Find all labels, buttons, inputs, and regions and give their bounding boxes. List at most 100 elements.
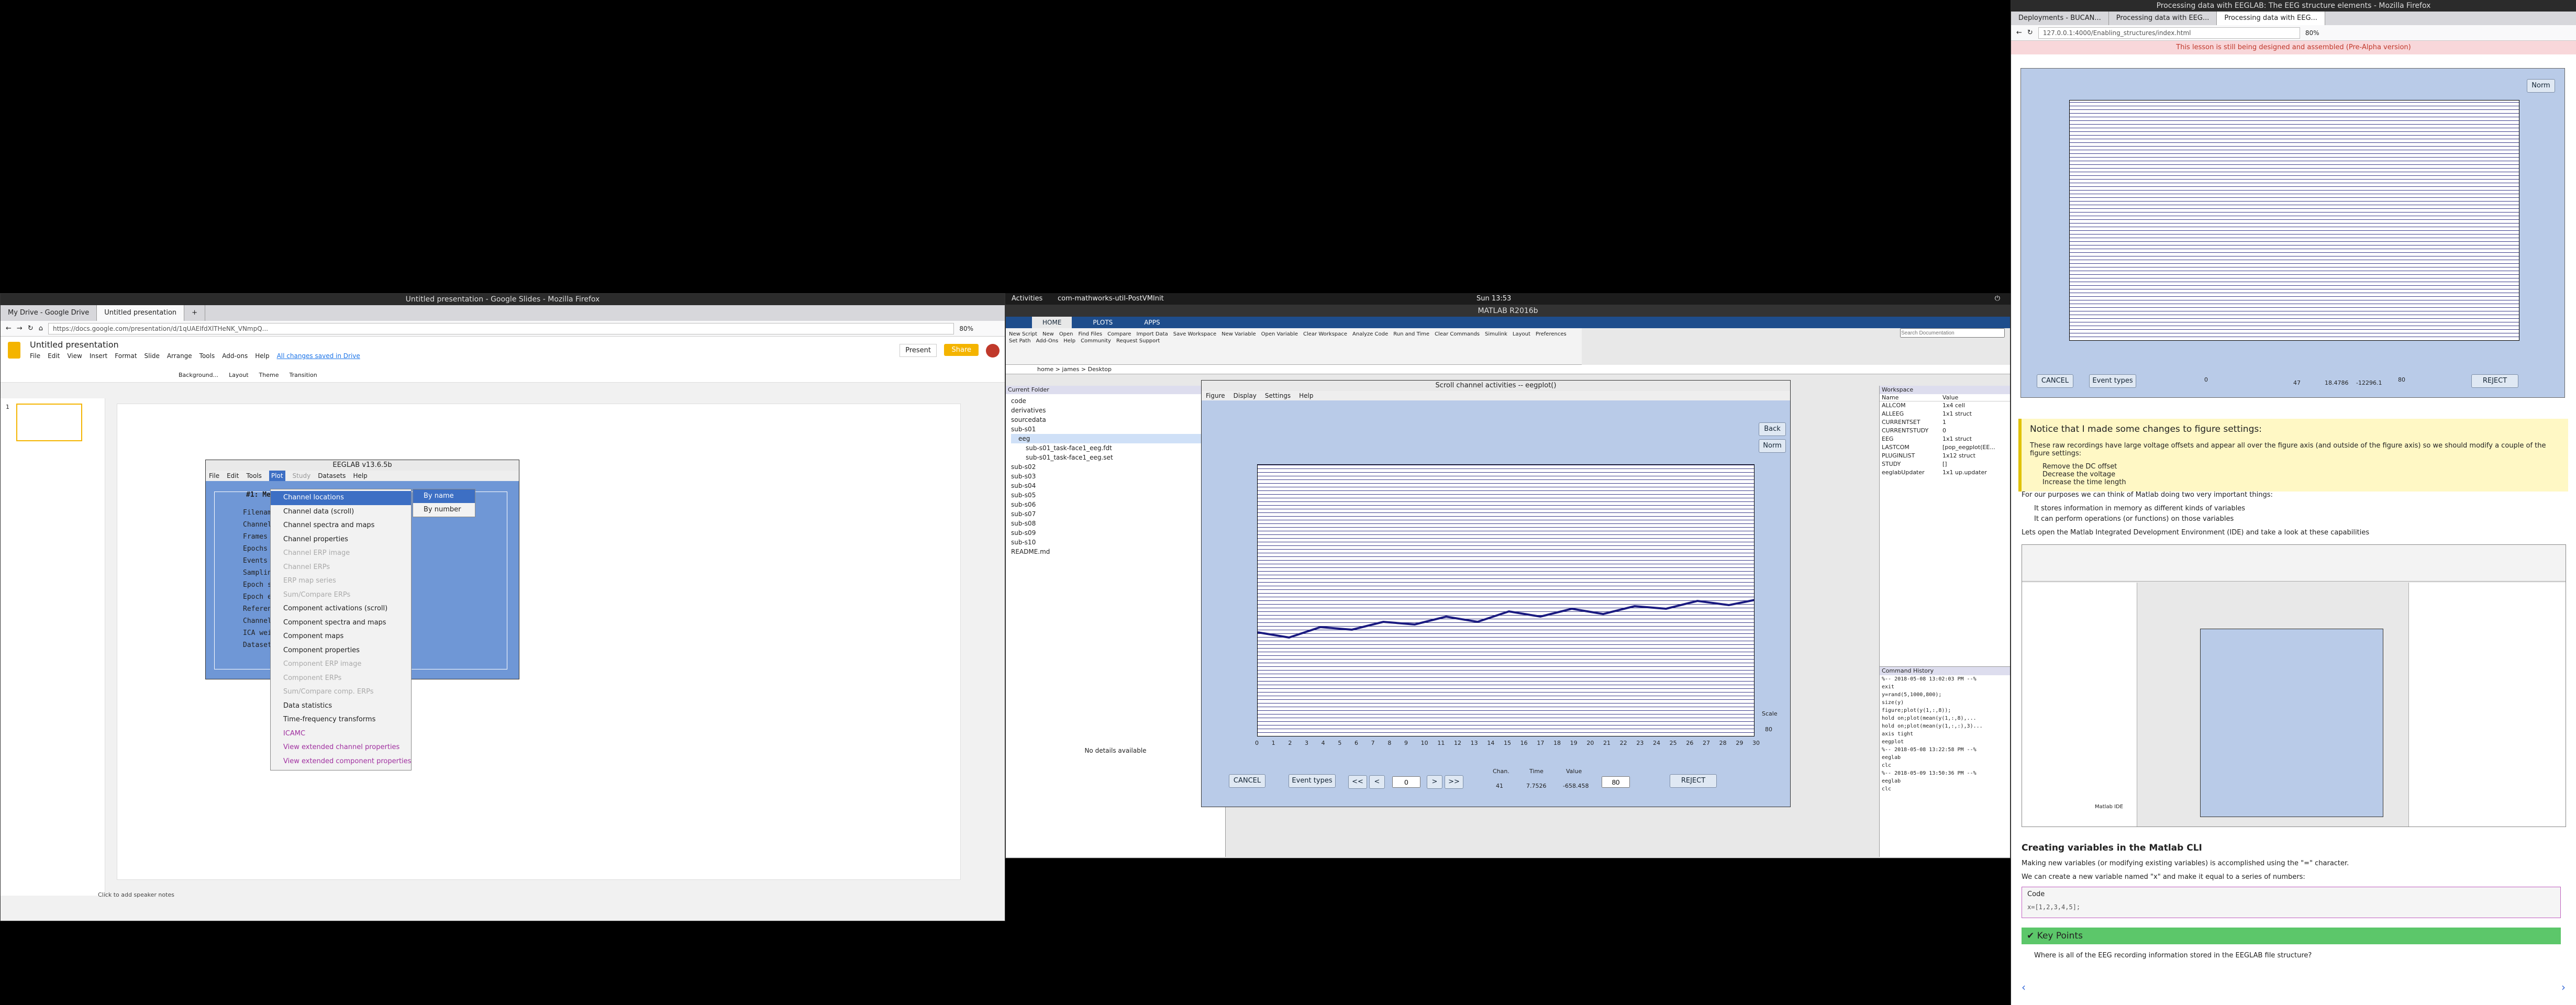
menu-time-frequency[interactable]: Time-frequency transforms — [271, 713, 411, 727]
file-sub-s05[interactable]: sub-s05 — [1011, 490, 1220, 500]
doc-search-input[interactable] — [1900, 328, 2005, 338]
ts-support[interactable]: Request Support — [1116, 338, 1160, 344]
eeglab-menu-plot[interactable]: Plot — [269, 471, 285, 481]
ts-help[interactable]: Help — [1063, 338, 1075, 344]
menu-channel-data-scroll[interactable]: Channel data (scroll) — [271, 505, 411, 519]
ts-clear-cmd[interactable]: Clear Commands — [1435, 331, 1480, 337]
eeglab-menu-datasets[interactable]: Datasets — [318, 471, 346, 481]
eeg-plot-area[interactable] — [1257, 464, 1755, 736]
url-bar[interactable]: https://docs.google.com/presentation/d/1… — [48, 322, 954, 334]
eeglab-menu-study[interactable]: Study — [293, 471, 311, 481]
history-line[interactable]: hold on;plot(mean(y(1,:,8),... — [1882, 714, 2010, 722]
history-line[interactable]: clc — [1882, 762, 2010, 769]
reload-icon[interactable]: ↻ — [28, 325, 34, 332]
path-bar[interactable]: home > james > Desktop — [1006, 365, 2010, 374]
toolbar-layout[interactable]: Layout — [229, 372, 248, 378]
slides-logo-icon[interactable] — [8, 342, 20, 359]
ws-row[interactable]: CURRENTSTUDY 0 — [1880, 427, 2010, 435]
ts-open[interactable]: Open — [1059, 331, 1073, 337]
ts-run-time[interactable]: Run and Time — [1393, 331, 1429, 337]
home-icon[interactable]: ⌂ — [39, 325, 43, 332]
ts-simulink[interactable]: Simulink — [1485, 331, 1507, 337]
menu-component-maps[interactable]: Component maps — [271, 630, 411, 644]
menu-channel-erps[interactable]: Channel ERPs — [271, 561, 411, 575]
menu-display[interactable]: Display — [1234, 391, 1257, 400]
event-types-button[interactable]: Event types — [1289, 774, 1336, 788]
history-line[interactable]: hold on;plot(mean(y(1,:,:),3)... — [1882, 722, 2010, 730]
file-sub-s06[interactable]: sub-s06 — [1011, 500, 1220, 509]
ts-set-path[interactable]: Set Path — [1009, 338, 1031, 344]
eeglab-menu-file[interactable]: File — [209, 471, 219, 481]
back-icon[interactable]: ← — [2016, 29, 2022, 37]
ws-row[interactable]: LASTCOM [pop_eegplot(EE... — [1880, 443, 2010, 452]
menu-data-statistics[interactable]: Data statistics — [271, 699, 411, 713]
next-page-icon[interactable]: › — [2561, 981, 2566, 993]
menu-settings[interactable]: Settings — [1265, 391, 1291, 400]
file-sub-s08[interactable]: sub-s08 — [1011, 519, 1220, 528]
history-line[interactable]: eeglab — [1882, 777, 2010, 785]
ws-row[interactable]: EEG 1x1 struct — [1880, 435, 2010, 443]
forward-icon[interactable]: → — [17, 325, 23, 332]
file-fdt[interactable]: sub-s01_task-face1_eeg.fdt — [1011, 443, 1220, 453]
menu-component-erp-image[interactable]: Component ERP image — [271, 657, 411, 672]
file-sub-s04[interactable]: sub-s04 — [1011, 481, 1220, 490]
doc-title[interactable]: Untitled presentation — [30, 340, 119, 350]
code-text[interactable]: x=[1,2,3,4,5]; — [2027, 903, 2555, 911]
ws-row[interactable]: ALLEEG 1x1 struct — [1880, 410, 2010, 418]
back-button[interactable]: Back — [1759, 422, 1786, 436]
file-sub-s03[interactable]: sub-s03 — [1011, 472, 1220, 481]
eeglab-menu-edit[interactable]: Edit — [227, 471, 239, 481]
menu-arrange[interactable]: Arrange — [167, 352, 192, 360]
ts-save-ws[interactable]: Save Workspace — [1173, 331, 1216, 337]
new-tab-button[interactable]: + — [184, 305, 206, 321]
history-line[interactable]: eeglab — [1882, 754, 2010, 762]
ts-layout[interactable]: Layout — [1513, 331, 1530, 337]
scroll-left-button[interactable]: < — [1369, 775, 1385, 789]
menu-channel-spectra[interactable]: Channel spectra and maps — [271, 519, 411, 533]
prev-page-icon[interactable]: ‹ — [2022, 981, 2026, 993]
tab-processing-2[interactable]: Processing data with EEG... — [2217, 12, 2325, 25]
ts-community[interactable]: Community — [1081, 338, 1111, 344]
menu-channel-properties[interactable]: Channel properties — [271, 533, 411, 547]
scale-input[interactable] — [1602, 776, 1630, 788]
menu-view[interactable]: View — [67, 352, 82, 360]
menu-extended-channel[interactable]: View extended channel properties — [271, 741, 411, 755]
file-sub-s09[interactable]: sub-s09 — [1011, 528, 1220, 538]
ws-row[interactable]: STUDY [] — [1880, 460, 2010, 468]
lesson-url-bar[interactable]: 127.0.0.1:4000/Enabling_structures/index… — [2038, 27, 2300, 39]
menu-addons[interactable]: Add-ons — [222, 352, 248, 360]
ts-new[interactable]: New — [1042, 331, 1054, 337]
history-line[interactable]: size(y) — [1882, 699, 2010, 707]
menu-insert[interactable]: Insert — [90, 352, 107, 360]
file-sub-s07[interactable]: sub-s07 — [1011, 509, 1220, 519]
scroll-far-left-button[interactable]: << — [1348, 775, 1367, 789]
app-menu[interactable]: com-mathworks-util-PostVMInit — [1058, 293, 1164, 305]
activities-button[interactable]: Activities — [1012, 293, 1042, 305]
menu-sum-compare-erps[interactable]: Sum/Compare ERPs — [271, 588, 411, 602]
history-line[interactable]: clc — [1882, 785, 2010, 793]
ws-row[interactable]: eeglabUpdater 1x1 up.updater — [1880, 468, 2010, 477]
history-line[interactable]: y=rand(5,1000,800); — [1882, 691, 2010, 699]
menu-help[interactable]: Help — [255, 352, 269, 360]
present-button[interactable]: Present — [900, 344, 937, 357]
ws-col-value[interactable]: Value — [1942, 394, 1958, 401]
speaker-notes[interactable]: Click to add speaker notes — [98, 891, 174, 898]
ts-find-files[interactable]: Find Files — [1079, 331, 1103, 337]
toolbar-background[interactable]: Background... — [179, 372, 218, 378]
slide-thumbnail[interactable] — [16, 404, 82, 441]
file-set[interactable]: sub-s01_task-face1_eeg.set — [1011, 453, 1220, 462]
menu-extended-component[interactable]: View extended component properties — [271, 755, 411, 769]
ts-import[interactable]: Import Data — [1137, 331, 1168, 337]
tab-slides[interactable]: Untitled presentation — [97, 305, 185, 321]
menu-figure[interactable]: Figure — [1206, 391, 1225, 400]
history-line[interactable]: axis tight — [1882, 730, 2010, 738]
ts-preferences[interactable]: Preferences — [1536, 331, 1567, 337]
saved-note[interactable]: All changes saved in Drive — [277, 352, 360, 360]
file-code[interactable]: code — [1011, 396, 1220, 406]
menu-edit[interactable]: Edit — [48, 352, 60, 360]
menu-sum-compare-comp[interactable]: Sum/Compare comp. ERPs — [271, 685, 411, 699]
clock[interactable]: Sun 13:53 — [1476, 293, 1511, 305]
ts-analyze[interactable]: Analyze Code — [1352, 331, 1388, 337]
reject-button[interactable]: REJECT — [1670, 774, 1717, 788]
file-readme[interactable]: README.md — [1011, 547, 1220, 556]
